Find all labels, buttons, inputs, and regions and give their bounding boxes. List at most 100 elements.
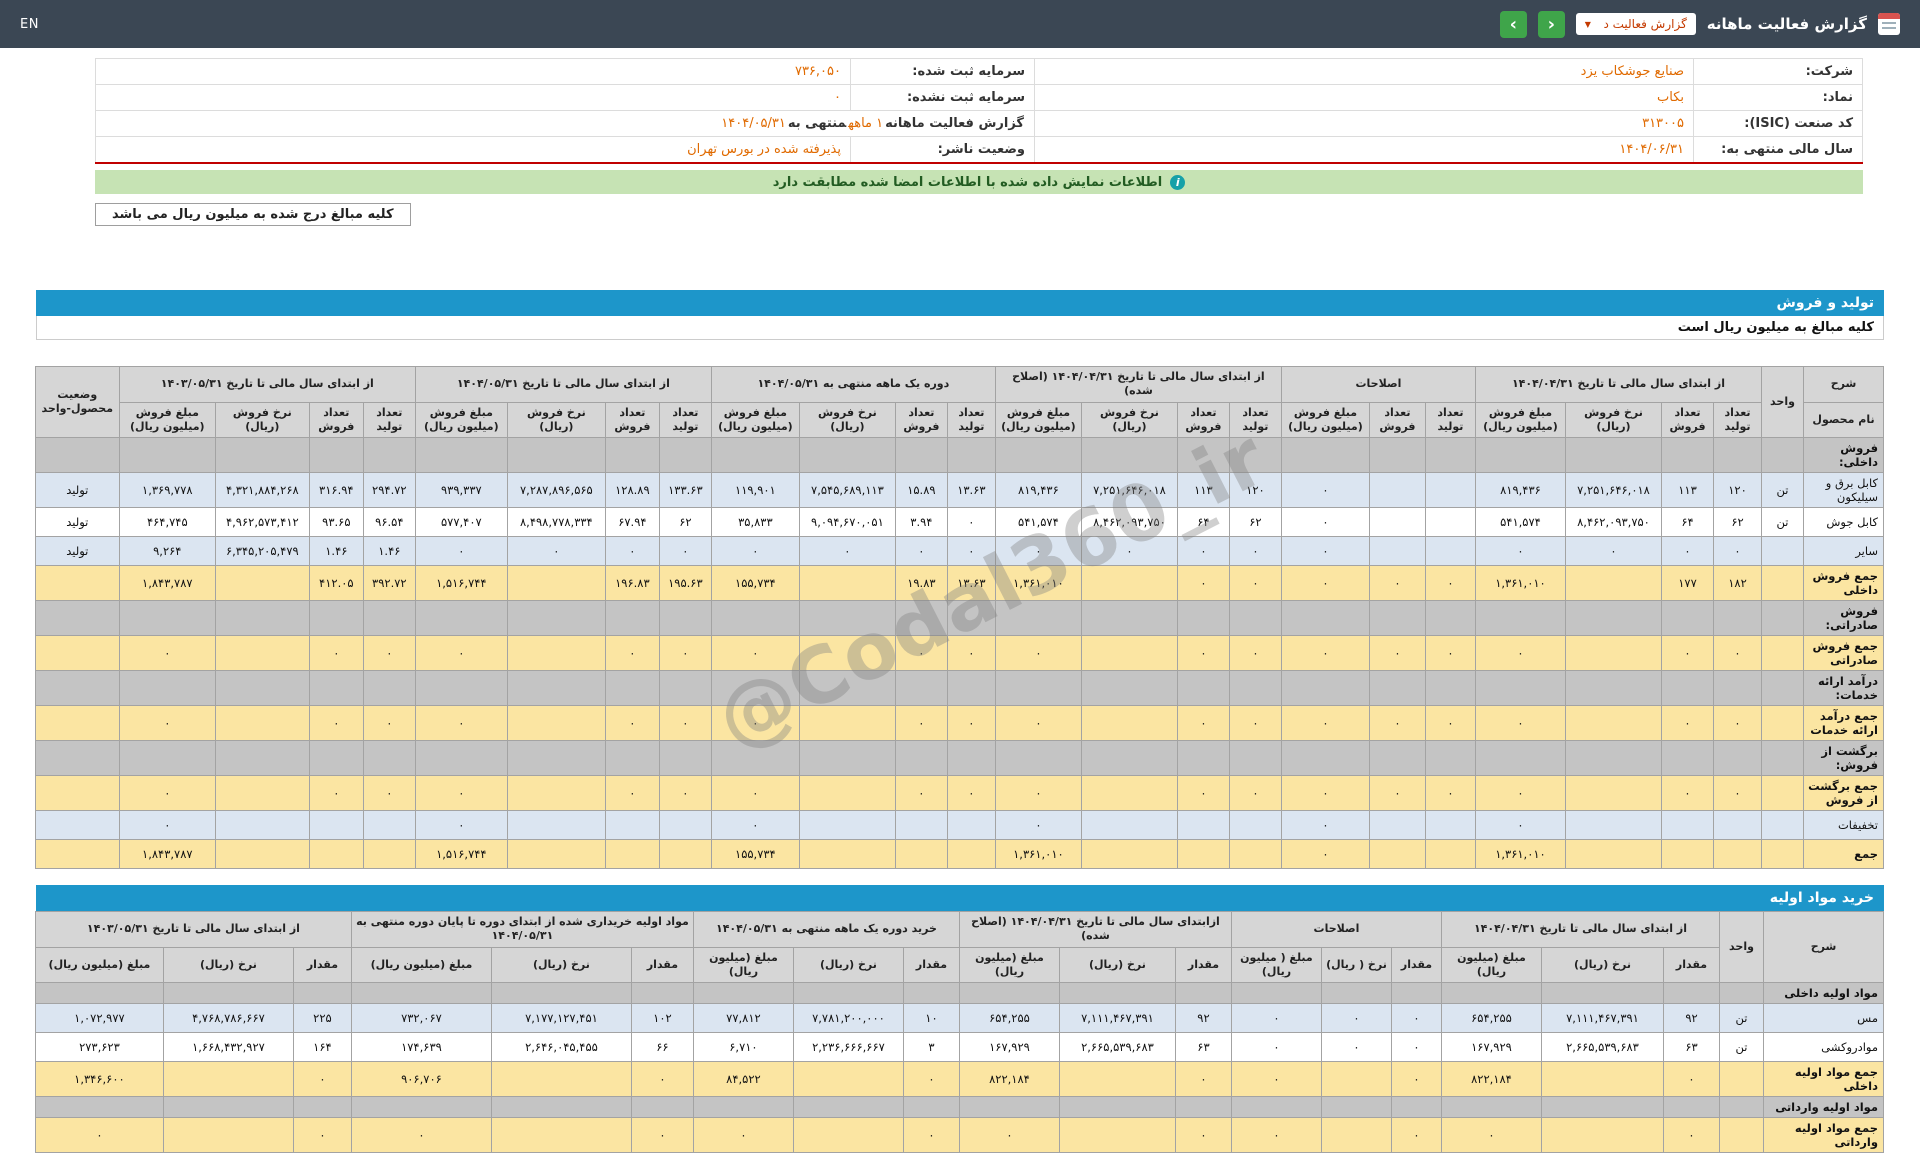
table-cell bbox=[215, 601, 309, 636]
column-header: مبلغ (میلیون ریال) bbox=[351, 947, 491, 983]
table-cell bbox=[1714, 811, 1762, 840]
row-label: جمع مواد اولیه داخلی bbox=[1764, 1062, 1884, 1097]
table-cell bbox=[1662, 438, 1714, 473]
table-cell bbox=[119, 671, 215, 706]
table-cell: ۱۳۳.۶۳ bbox=[659, 473, 711, 508]
table-cell bbox=[1281, 741, 1369, 776]
table-cell bbox=[799, 601, 895, 636]
table-cell bbox=[215, 811, 309, 840]
table-cell: ۱۲۸.۸۹ bbox=[605, 473, 659, 508]
info-row: نماد: بکاب سرمایه ثبت نشده: ۰ bbox=[96, 85, 1863, 111]
table-cell: ۰ bbox=[995, 706, 1081, 741]
table-cell bbox=[1059, 1097, 1175, 1118]
report-type-dropdown[interactable]: گزارش فعالیت د ▼ bbox=[1576, 13, 1696, 35]
table-cell bbox=[895, 741, 947, 776]
table-cell bbox=[1475, 438, 1565, 473]
table-cell: ۰ bbox=[799, 537, 895, 566]
symbol-label: نماد: bbox=[1694, 85, 1863, 111]
prev-report-button[interactable]: ‹ bbox=[1538, 11, 1565, 38]
table-cell bbox=[507, 776, 605, 811]
table-cell: ۰ bbox=[1475, 706, 1565, 741]
table-cell bbox=[507, 741, 605, 776]
period-group-header: اصلاحات bbox=[1231, 912, 1441, 948]
column-header: نرخ (ریال) bbox=[1542, 947, 1664, 983]
table-cell: ۷,۲۸۷,۸۹۶,۵۶۵ bbox=[507, 473, 605, 508]
table-cell bbox=[605, 840, 659, 869]
table-cell: ۹,۲۶۴ bbox=[119, 537, 215, 566]
period-group-header: از ابتدای سال مالی تا تاریخ ۱۴۰۴/۰۴/۳۱ bbox=[1441, 912, 1719, 948]
info-row: سال مالی منتهی به: ۱۴۰۴/۰۶/۳۱ وضعیت ناشر… bbox=[96, 137, 1863, 164]
table-cell: ۳۱۶.۹۴ bbox=[309, 473, 363, 508]
table-cell bbox=[1369, 508, 1425, 537]
table-cell: ۰ bbox=[1281, 776, 1369, 811]
table-cell bbox=[215, 706, 309, 741]
table-cell bbox=[1081, 741, 1177, 776]
unit-cell bbox=[1762, 840, 1804, 869]
table-cell: ۳ bbox=[903, 1033, 959, 1062]
table-cell bbox=[1229, 811, 1281, 840]
table-cell: ۰ bbox=[1175, 1062, 1231, 1097]
description-header: شرح bbox=[1764, 912, 1884, 983]
table-cell: ۰ bbox=[1231, 1004, 1321, 1033]
table-cell: ۸۲۲,۱۸۴ bbox=[1441, 1062, 1541, 1097]
table-cell: ۰ bbox=[1281, 508, 1369, 537]
column-header: مبلغ فروش (میلیون ریال) bbox=[1475, 402, 1565, 438]
row-label: فروش صادراتی: bbox=[1804, 601, 1884, 636]
column-header: مقدار bbox=[631, 947, 693, 983]
unit-cell bbox=[1762, 537, 1804, 566]
table-cell: ۰ bbox=[631, 1062, 693, 1097]
table-cell: ۷,۵۴۵,۶۸۹,۱۱۳ bbox=[799, 473, 895, 508]
table-cell: ۱۹۶.۸۳ bbox=[605, 566, 659, 601]
table-cell bbox=[35, 983, 163, 1004]
table-cell: ۰ bbox=[1321, 1033, 1391, 1062]
table-cell bbox=[1081, 840, 1177, 869]
unregistered-capital-label: سرمایه ثبت نشده: bbox=[851, 85, 1035, 111]
table-cell bbox=[1425, 811, 1475, 840]
table-cell: ۰ bbox=[1391, 1033, 1441, 1062]
info-row: کد صنعت (ISIC): ۳۱۳۰۰۵ گزارش فعالیت ماها… bbox=[96, 111, 1863, 137]
table-cell: ۰ bbox=[959, 1118, 1059, 1153]
table-cell bbox=[631, 983, 693, 1004]
table-cell bbox=[659, 671, 711, 706]
top-bar: گزارش فعالیت ماهانه گزارش فعالیت د ▼ ‹ ›… bbox=[0, 0, 1920, 48]
fiscal-year-label: سال مالی منتهی به: bbox=[1694, 137, 1863, 164]
table-cell: ۱۷۴,۶۳۹ bbox=[351, 1033, 491, 1062]
table-cell: ۹۳۹,۳۳۷ bbox=[415, 473, 507, 508]
table-cell bbox=[799, 671, 895, 706]
table-cell bbox=[1321, 1118, 1391, 1153]
table-cell bbox=[995, 741, 1081, 776]
company-info-table: شرکت: صنایع جوشکاب یزد سرمایه ثبت شده: ۷… bbox=[95, 58, 1863, 164]
table-cell: ۰ bbox=[119, 776, 215, 811]
language-toggle[interactable]: EN bbox=[20, 17, 39, 32]
table-cell: ۰ bbox=[1281, 636, 1369, 671]
next-report-button[interactable]: › bbox=[1500, 11, 1527, 38]
status-cell: تولید bbox=[35, 473, 119, 508]
table-cell bbox=[903, 983, 959, 1004]
period-group-header: از ابتدای سال مالی تا تاریخ ۱۴۰۴/۰۴/۳۱ (… bbox=[995, 367, 1281, 403]
table-cell: ۰ bbox=[605, 537, 659, 566]
table-cell bbox=[799, 706, 895, 741]
table-cell bbox=[491, 1118, 631, 1153]
table-cell bbox=[895, 438, 947, 473]
table-cell bbox=[799, 636, 895, 671]
table-cell bbox=[309, 438, 363, 473]
status-cell bbox=[35, 671, 119, 706]
table-cell bbox=[415, 438, 507, 473]
table-cell: ۰ bbox=[293, 1062, 351, 1097]
table-cell: ۰ bbox=[1391, 1118, 1441, 1153]
table-cell: ۰ bbox=[415, 811, 507, 840]
table-cell bbox=[799, 438, 895, 473]
row-label: تخفیفات bbox=[1804, 811, 1884, 840]
section-row: درآمد ارائه خدمات: bbox=[35, 671, 1883, 706]
table-cell bbox=[995, 601, 1081, 636]
table-cell bbox=[711, 601, 799, 636]
table-cell: ۱۱۳ bbox=[1177, 473, 1229, 508]
table-cell: ۰ bbox=[309, 776, 363, 811]
table-cell: ۰ bbox=[895, 636, 947, 671]
column-header: تعداد فروش bbox=[605, 402, 659, 438]
table-cell bbox=[1714, 671, 1762, 706]
table-cell: ۰ bbox=[693, 1118, 793, 1153]
info-icon: i bbox=[1170, 175, 1185, 190]
section-row: مواد اولیه وارداتی bbox=[35, 1097, 1883, 1118]
table-cell bbox=[491, 1097, 631, 1118]
